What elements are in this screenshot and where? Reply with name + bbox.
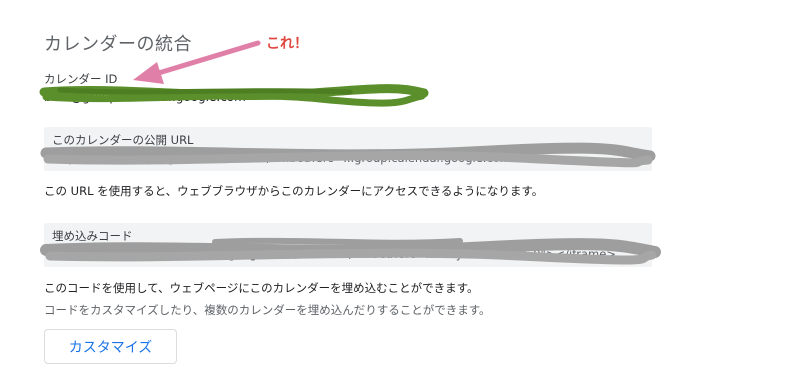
public-url-description: この URL を使用すると、ウェブブラウザからこのカレンダーにアクセスできるよう… bbox=[44, 184, 544, 198]
section-title: カレンダーの統合 bbox=[44, 34, 192, 55]
embed-code-description-secondary: コードをカスタマイズしたり、複数のカレンダーを埋め込んだりすることができます。 bbox=[44, 303, 491, 317]
embed-code-box[interactable]: 埋め込みコード <iframe src="https://calendar.go… bbox=[44, 223, 652, 267]
public-url-value[interactable]: https://calendar.google.com/calendar/emb… bbox=[52, 151, 511, 165]
embed-code-description: このコードを使用して、ウェブページにこのカレンダーを埋め込むことができます。 bbox=[44, 281, 479, 295]
annotation-label: これ！ bbox=[266, 36, 308, 52]
calendar-id-value: bo...@group.calendar.google.com bbox=[44, 90, 246, 104]
public-url-box[interactable]: このカレンダーの公開 URL https://calendar.google.c… bbox=[44, 127, 652, 171]
embed-code-label: 埋め込みコード bbox=[52, 229, 133, 243]
customize-button[interactable]: カスタマイズ bbox=[44, 329, 177, 364]
calendar-id-label: カレンダー ID bbox=[44, 72, 118, 86]
embed-code-value[interactable]: <iframe src="https://calendar.google.com… bbox=[52, 247, 616, 261]
public-url-label: このカレンダーの公開 URL bbox=[52, 133, 194, 147]
